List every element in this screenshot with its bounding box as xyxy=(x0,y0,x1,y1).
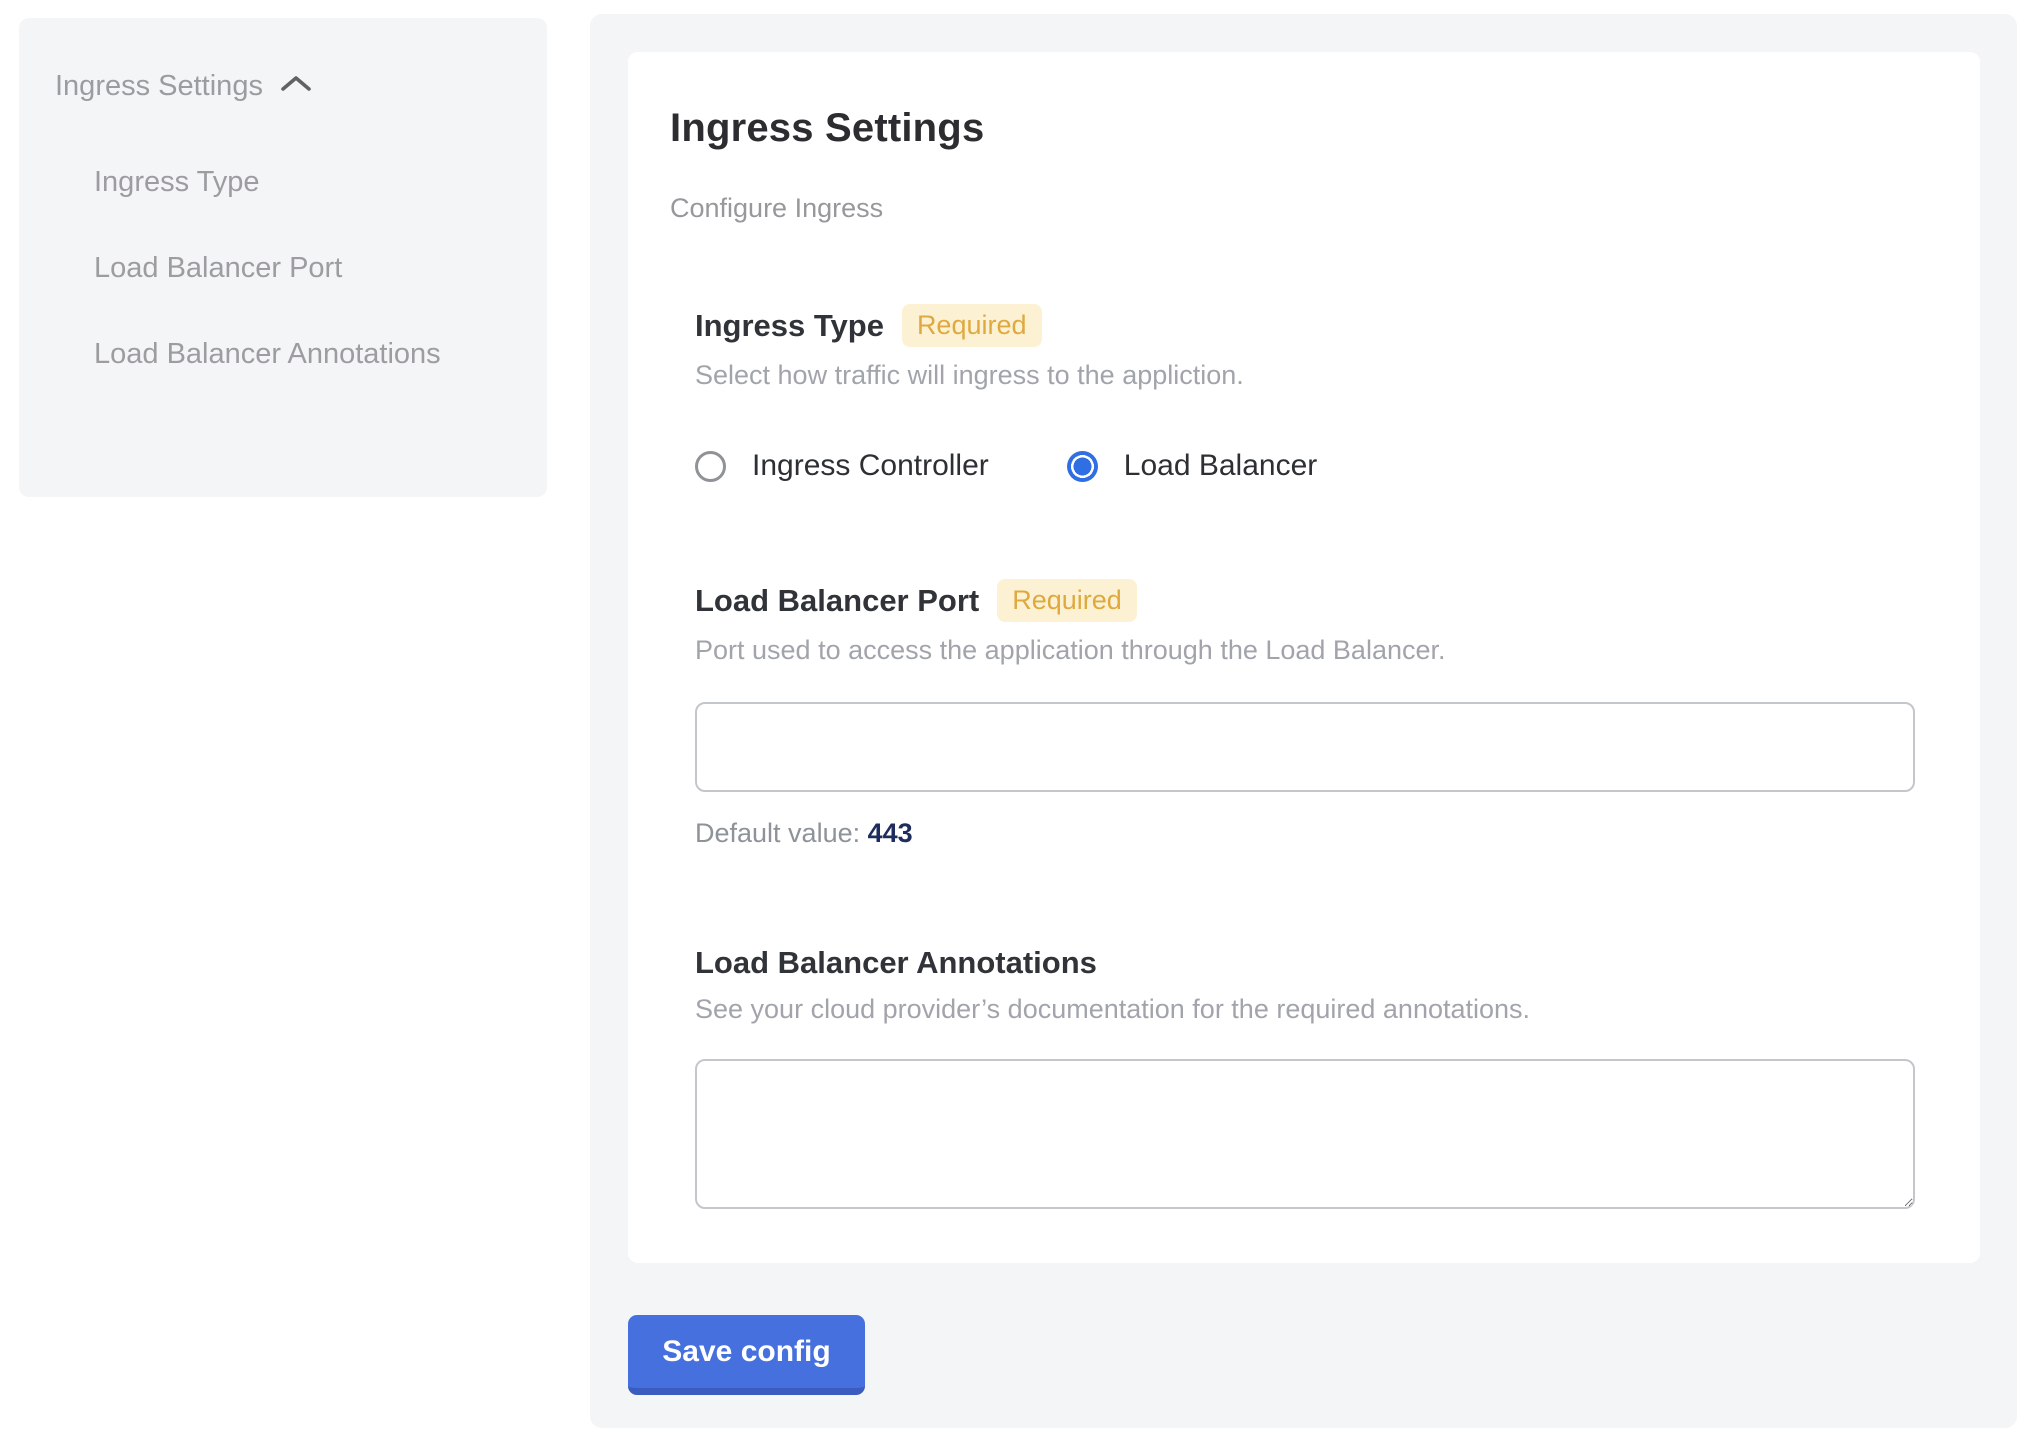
radio-option-load-balancer[interactable]: Load Balancer xyxy=(1067,449,1317,483)
page-subtitle: Configure Ingress xyxy=(670,193,1980,224)
ingress-type-radio-group: Ingress Controller Load Balancer xyxy=(695,449,1980,483)
save-config-button[interactable]: Save config xyxy=(628,1315,865,1395)
section-help-text: Select how traffic will ingress to the a… xyxy=(695,360,1980,391)
section-help-text: Port used to access the application thro… xyxy=(695,635,1980,666)
chevron-up-icon[interactable] xyxy=(279,68,313,104)
sidebar-item-load-balancer-port[interactable]: Load Balancer Port xyxy=(94,238,464,298)
default-value-label: Default value: xyxy=(695,818,860,848)
config-main-panel: Ingress Settings Configure Ingress Ingre… xyxy=(590,14,2017,1428)
section-heading-row: Ingress Type Required xyxy=(695,304,1980,347)
radio-label: Ingress Controller xyxy=(752,449,989,483)
section-help-text: See your cloud provider’s documentation … xyxy=(695,994,1980,1025)
default-value: 443 xyxy=(868,818,913,848)
section-load-balancer-port: Load Balancer Port Required Port used to… xyxy=(695,579,1980,849)
load-balancer-port-input[interactable] xyxy=(695,702,1915,792)
section-ingress-type: Ingress Type Required Select how traffic… xyxy=(695,304,1980,483)
sidebar-item-ingress-type[interactable]: Ingress Type xyxy=(94,152,464,212)
sidebar-item-load-balancer-annotations[interactable]: Load Balancer Annotations xyxy=(94,324,464,384)
radio-option-ingress-controller[interactable]: Ingress Controller xyxy=(695,449,989,483)
section-heading: Load Balancer Port xyxy=(695,583,979,619)
section-load-balancer-annotations: Load Balancer Annotations See your cloud… xyxy=(695,945,1980,1209)
load-balancer-annotations-textarea[interactable] xyxy=(695,1059,1915,1209)
config-card: Ingress Settings Configure Ingress Ingre… xyxy=(628,52,1980,1263)
section-heading: Load Balancer Annotations xyxy=(695,945,1097,981)
section-heading: Ingress Type xyxy=(695,308,884,344)
radio-label: Load Balancer xyxy=(1124,449,1317,483)
section-heading-row: Load Balancer Annotations xyxy=(695,945,1980,981)
radio-unselected-icon[interactable] xyxy=(695,451,726,482)
sidebar-item-list: Ingress Type Load Balancer Port Load Bal… xyxy=(55,152,517,384)
page-title: Ingress Settings xyxy=(670,106,1980,151)
config-sections: Ingress Type Required Select how traffic… xyxy=(695,304,1980,1209)
required-badge: Required xyxy=(902,304,1042,347)
radio-selected-icon[interactable] xyxy=(1067,451,1098,482)
sidebar-group-ingress-settings[interactable]: Ingress Settings xyxy=(55,68,517,104)
section-heading-row: Load Balancer Port Required xyxy=(695,579,1980,622)
required-badge: Required xyxy=(997,579,1137,622)
default-value-line: Default value: 443 xyxy=(695,818,1980,849)
sidebar-group-label: Ingress Settings xyxy=(55,68,263,104)
config-sidebar: Ingress Settings Ingress Type Load Balan… xyxy=(19,18,547,497)
